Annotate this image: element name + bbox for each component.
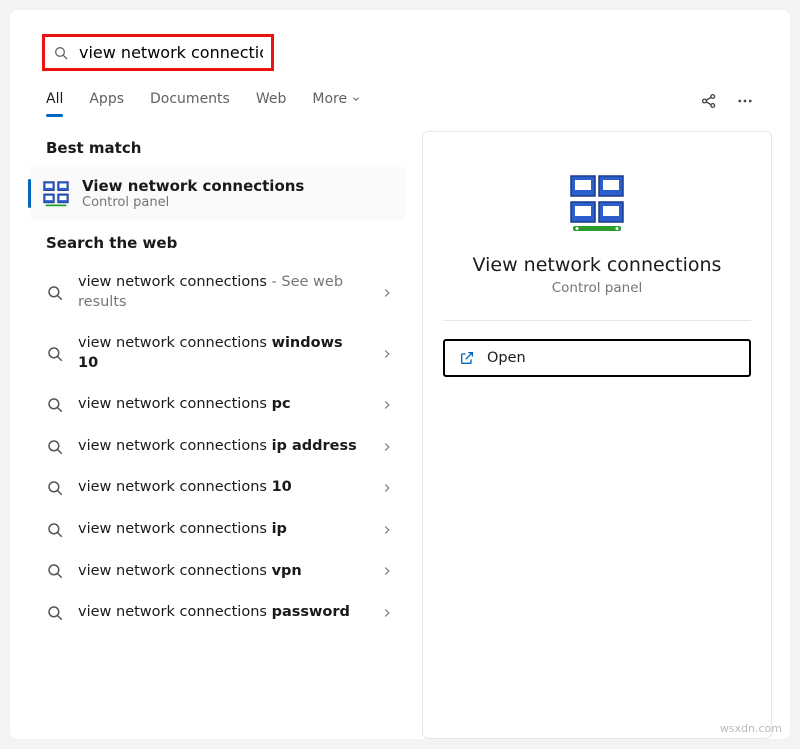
best-match-result[interactable]: View network connections Control panel: [30, 167, 406, 220]
search-icon: [53, 45, 69, 61]
chevron-right-icon: [380, 606, 394, 620]
search-window: All Apps Documents Web More Best match: [10, 10, 790, 739]
search-icon: [46, 438, 64, 456]
search-icon: [46, 284, 64, 302]
web-result-label: view network connections ip address: [78, 437, 366, 457]
tab-more[interactable]: More: [312, 85, 361, 117]
web-result-item[interactable]: view network connections - See web resul…: [28, 262, 408, 323]
web-result-label: view network connections windows 10: [78, 334, 366, 373]
chevron-right-icon: [380, 481, 394, 495]
tab-more-label: More: [312, 91, 347, 107]
web-result-item[interactable]: view network connections ip address: [28, 426, 408, 468]
tab-apps[interactable]: Apps: [89, 85, 124, 117]
web-result-label: view network connections password: [78, 603, 366, 623]
tab-web[interactable]: Web: [256, 85, 287, 117]
search-icon: [46, 396, 64, 414]
web-result-label: view network connections ip: [78, 520, 366, 540]
search-icon: [46, 345, 64, 363]
tabs-row: All Apps Documents Web More: [28, 85, 772, 117]
detail-network-icon: [565, 172, 629, 236]
web-result-item[interactable]: view network connections 10: [28, 467, 408, 509]
web-result-item[interactable]: view network connections ip: [28, 509, 408, 551]
more-options-icon[interactable]: [736, 92, 754, 110]
open-button[interactable]: Open: [443, 339, 751, 377]
web-result-label: view network connections vpn: [78, 562, 366, 582]
share-icon[interactable]: [700, 92, 718, 110]
search-icon: [46, 562, 64, 580]
chevron-right-icon: [380, 286, 394, 300]
web-result-item[interactable]: view network connections windows 10: [28, 323, 408, 384]
web-result-label: view network connections 10: [78, 478, 366, 498]
web-result-item[interactable]: view network connections password: [28, 592, 408, 634]
search-icon: [46, 479, 64, 497]
web-result-label: view network connections pc: [78, 395, 366, 415]
chevron-down-icon: [351, 94, 361, 104]
chevron-right-icon: [380, 398, 394, 412]
open-external-icon: [459, 350, 475, 366]
divider: [443, 320, 751, 321]
search-input[interactable]: [79, 43, 263, 62]
detail-title: View network connections: [473, 254, 722, 276]
web-result-label: view network connections - See web resul…: [78, 273, 366, 312]
search-web-header: Search the web: [28, 226, 408, 262]
chevron-right-icon: [380, 440, 394, 454]
open-button-label: Open: [487, 350, 526, 366]
results-column: Best match View network connections Cont…: [28, 131, 408, 739]
search-icon: [46, 604, 64, 622]
tab-documents[interactable]: Documents: [150, 85, 230, 117]
web-result-item[interactable]: view network connections vpn: [28, 551, 408, 593]
search-icon: [46, 521, 64, 539]
chevron-right-icon: [380, 347, 394, 361]
chevron-right-icon: [380, 523, 394, 537]
network-connections-icon: [42, 180, 70, 208]
tab-all[interactable]: All: [46, 85, 63, 117]
web-results-list: view network connections - See web resul…: [28, 262, 408, 634]
chevron-right-icon: [380, 564, 394, 578]
best-match-subtitle: Control panel: [82, 195, 304, 210]
search-bar: [47, 39, 269, 66]
best-match-title: View network connections: [82, 177, 304, 195]
content-area: Best match View network connections Cont…: [28, 131, 772, 739]
watermark: wsxdn.com: [720, 722, 782, 735]
best-match-header: Best match: [28, 131, 408, 167]
detail-subtitle: Control panel: [552, 280, 643, 296]
web-result-item[interactable]: view network connections pc: [28, 384, 408, 426]
search-highlight-box: [42, 34, 274, 71]
detail-pane: View network connections Control panel O…: [422, 131, 772, 739]
